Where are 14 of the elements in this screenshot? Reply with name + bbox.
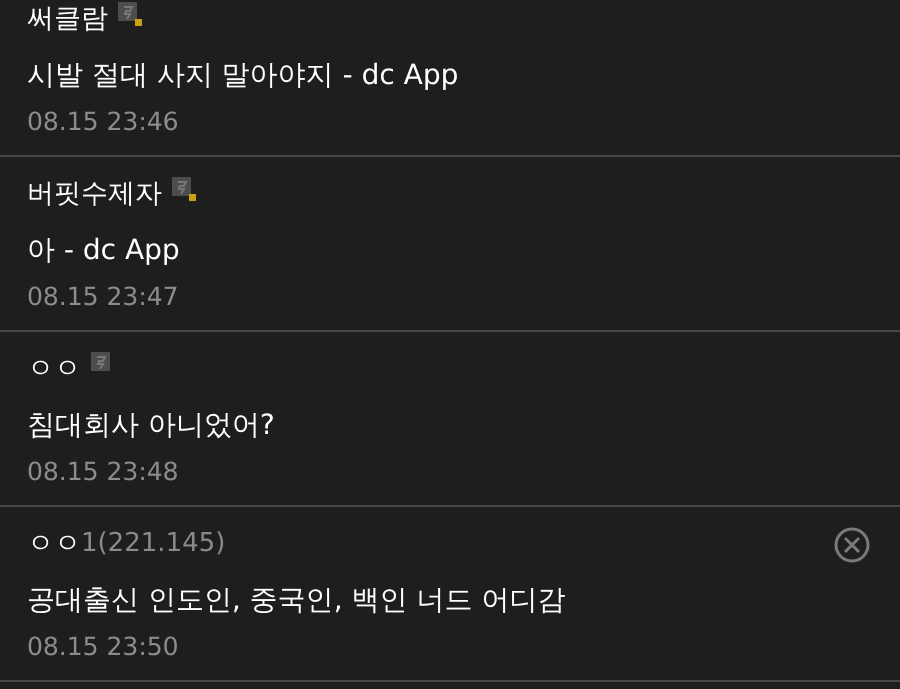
comment-text: 시발 절대 사지 말아야지 - dc App xyxy=(27,57,460,93)
comment-time: 08.15 23:47 xyxy=(27,281,180,313)
comment-time: 08.15 23:50 xyxy=(27,631,180,663)
comment-time: 08.15 23:48 xyxy=(27,456,180,488)
author-name: 버핏수제자 xyxy=(27,177,162,211)
comment-text: 공대출신 인도인, 중국인, 백인 너드 어디감 xyxy=(27,582,566,618)
comment-text: 아 - dc App xyxy=(27,232,181,268)
author-name: ㅇㅇ xyxy=(27,352,81,386)
delete-icon[interactable] xyxy=(834,527,870,563)
comment-text: 침대회사 아니었어? xyxy=(27,407,276,443)
author-name: 써클람 xyxy=(27,2,108,36)
comment-time: 08.15 23:46 xyxy=(27,106,180,138)
author-ip: 1(221.145) xyxy=(81,528,226,558)
author-name: ㅇㅇ xyxy=(27,527,81,561)
